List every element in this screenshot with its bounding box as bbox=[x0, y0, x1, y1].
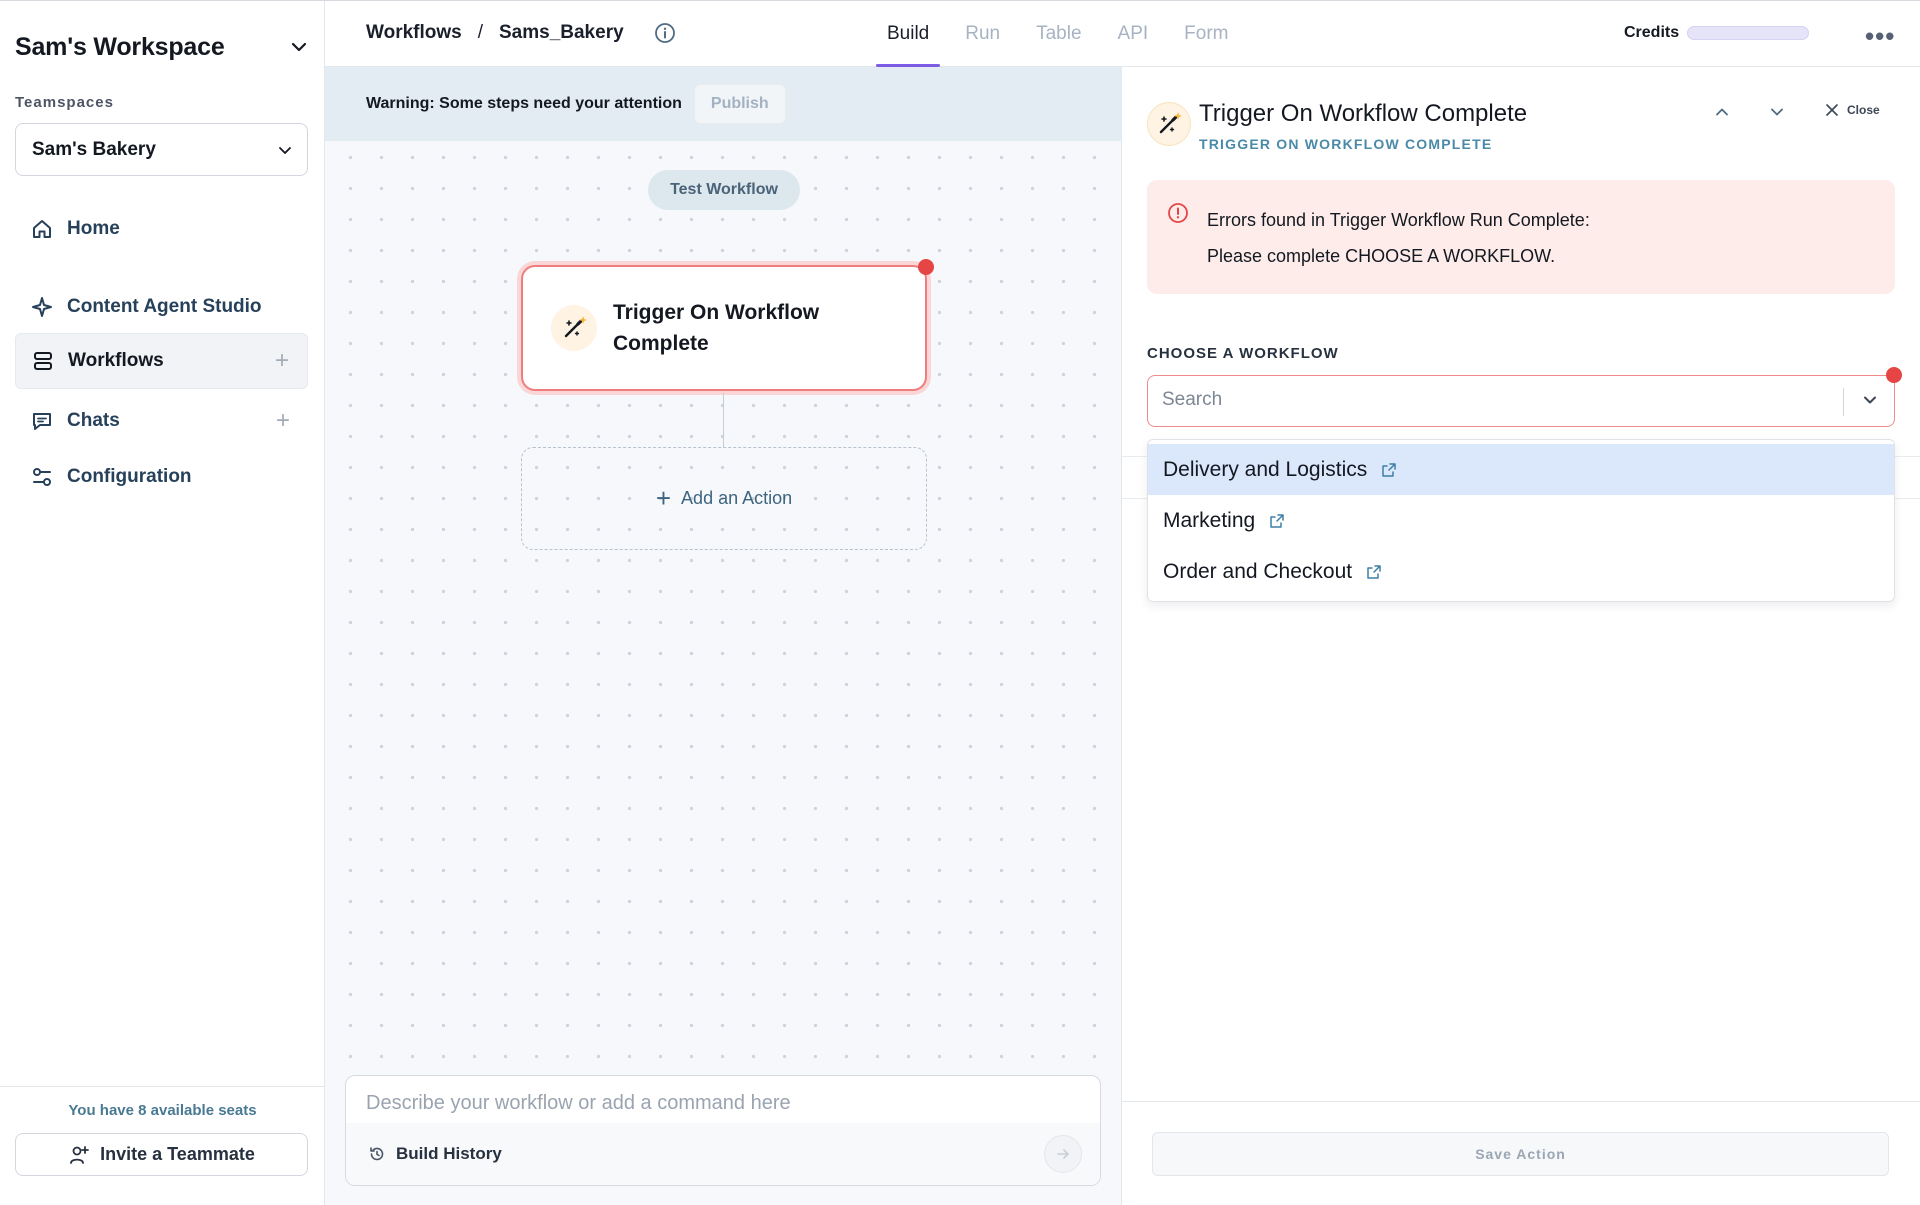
plus-icon: + bbox=[655, 483, 672, 513]
composer-toolbar: Build History bbox=[346, 1123, 1100, 1185]
sidebar-item-configuration[interactable]: Configuration bbox=[15, 449, 308, 505]
workflow-command-input[interactable] bbox=[366, 1092, 1066, 1115]
workflow-tabs: Build Run Table API Form bbox=[876, 1, 1253, 67]
workflow-composer: Build History bbox=[345, 1075, 1101, 1186]
node-connector bbox=[723, 393, 724, 447]
invite-teammate-button[interactable]: Invite a Teammate bbox=[15, 1133, 308, 1176]
warning-bar: Warning: Some steps need your attention … bbox=[325, 67, 1122, 141]
option-label: Marketing bbox=[1163, 508, 1256, 532]
sparkle-icon bbox=[29, 294, 55, 320]
panel-title: Trigger On Workflow Complete bbox=[1199, 100, 1528, 127]
error-indicator-dot bbox=[1886, 367, 1902, 383]
sidebar-item-label: Workflows bbox=[68, 350, 164, 371]
workspace-title: Sam's Workspace bbox=[15, 32, 225, 61]
add-chat-button[interactable]: + bbox=[276, 407, 290, 435]
sidebar-item-content-agent-studio[interactable]: Content Agent Studio bbox=[15, 279, 308, 335]
option-order-and-checkout[interactable]: Order and Checkout bbox=[1148, 546, 1894, 597]
error-indicator-dot bbox=[918, 259, 934, 275]
close-panel-button[interactable]: Close bbox=[1825, 103, 1880, 117]
option-delivery-and-logistics[interactable]: Delivery and Logistics bbox=[1148, 444, 1894, 495]
tab-table[interactable]: Table bbox=[1025, 1, 1092, 67]
option-marketing[interactable]: Marketing bbox=[1148, 495, 1894, 546]
tab-api[interactable]: API bbox=[1107, 1, 1160, 67]
user-plus-icon bbox=[68, 1144, 90, 1166]
teamspace-selected-value: Sam's Bakery bbox=[32, 138, 156, 160]
sidebar-item-chats[interactable]: Chats + bbox=[15, 393, 308, 449]
teamspace-select[interactable]: Sam's Bakery bbox=[15, 123, 308, 176]
credits-indicator[interactable]: Credits bbox=[1624, 24, 1810, 42]
sidebar-item-workflows[interactable]: Workflows + bbox=[15, 333, 308, 389]
tab-build[interactable]: Build bbox=[876, 1, 941, 67]
chevron-down-icon bbox=[277, 142, 293, 158]
warning-text: Warning: Some steps need your attention bbox=[366, 95, 682, 112]
workflow-options-dropdown: Delivery and Logistics Marketing Order a… bbox=[1147, 439, 1895, 602]
external-link-icon[interactable] bbox=[1366, 564, 1382, 580]
external-link-icon[interactable] bbox=[1269, 513, 1285, 529]
action-config-panel: Trigger On Workflow Complete TRIGGER ON … bbox=[1122, 67, 1920, 1205]
workflow-search-input[interactable] bbox=[1162, 389, 1822, 411]
home-icon bbox=[29, 216, 55, 242]
chevron-down-icon[interactable] bbox=[1767, 102, 1787, 122]
magic-wand-icon bbox=[1147, 102, 1191, 146]
choose-workflow-label: CHOOSE A WORKFLOW bbox=[1147, 345, 1339, 362]
chevron-down-icon[interactable] bbox=[1860, 390, 1880, 410]
error-message-line2: Please complete CHOOSE A WORKFLOW. bbox=[1207, 246, 1556, 266]
sidebar-item-label: Chats bbox=[67, 410, 120, 431]
available-seats-text: You have 8 available seats bbox=[68, 1102, 257, 1119]
chevron-up-icon[interactable] bbox=[1712, 102, 1732, 122]
breadcrumb-separator: / bbox=[477, 22, 483, 43]
panel-subtitle: TRIGGER ON WORKFLOW COMPLETE bbox=[1199, 136, 1493, 152]
chat-icon bbox=[29, 408, 55, 434]
alert-circle-icon bbox=[1167, 202, 1189, 224]
breadcrumb-current: Sams_Bakery bbox=[499, 22, 624, 43]
publish-button[interactable]: Publish bbox=[693, 84, 786, 124]
add-action-button[interactable]: + Add an Action bbox=[521, 447, 927, 550]
add-workflow-button[interactable]: + bbox=[275, 347, 289, 375]
sidebar-footer: You have 8 available seats Invite a Team… bbox=[0, 1086, 325, 1205]
close-icon bbox=[1825, 103, 1839, 117]
sidebar-item-home[interactable]: Home bbox=[15, 201, 308, 257]
app-frame: Sam's Workspace Teamspaces Sam's Bakery … bbox=[0, 0, 1920, 1205]
sidebar-item-label: Content Agent Studio bbox=[67, 296, 262, 317]
info-icon[interactable] bbox=[654, 22, 676, 44]
trigger-node[interactable]: Trigger On Workflow Complete bbox=[521, 259, 934, 391]
more-options-icon[interactable]: ••• bbox=[1865, 21, 1895, 52]
magic-wand-icon bbox=[551, 305, 597, 351]
build-history-label: Build History bbox=[396, 1144, 502, 1163]
sidebar-item-label: Home bbox=[67, 218, 120, 239]
chevron-down-icon bbox=[288, 36, 310, 58]
select-divider bbox=[1843, 388, 1844, 416]
choose-workflow-select[interactable] bbox=[1147, 367, 1902, 427]
panel-footer: Save Action bbox=[1122, 1101, 1920, 1205]
invite-teammate-label: Invite a Teammate bbox=[100, 1144, 255, 1164]
history-icon bbox=[368, 1145, 386, 1163]
close-label: Close bbox=[1847, 103, 1880, 117]
error-message-line1: Errors found in Trigger Workflow Run Com… bbox=[1207, 210, 1590, 230]
workflow-icon bbox=[30, 348, 56, 374]
sidebar-item-label: Configuration bbox=[67, 466, 192, 487]
external-link-icon[interactable] bbox=[1381, 462, 1397, 478]
workspace-switcher[interactable]: Sam's Workspace bbox=[15, 29, 310, 65]
option-label: Order and Checkout bbox=[1163, 559, 1353, 583]
top-bar: Workflows / Sams_Bakery Build Run Table … bbox=[325, 1, 1920, 67]
breadcrumb-workflows-link[interactable]: Workflows bbox=[366, 22, 462, 44]
breadcrumb: Workflows / Sams_Bakery bbox=[366, 22, 676, 44]
trigger-node-title: Trigger On Workflow Complete bbox=[613, 301, 820, 355]
add-action-label: Add an Action bbox=[681, 488, 793, 508]
workflow-canvas[interactable]: Warning: Some steps need your attention … bbox=[325, 67, 1122, 1205]
error-alert: Errors found in Trigger Workflow Run Com… bbox=[1147, 180, 1895, 294]
build-history-button[interactable]: Build History bbox=[368, 1144, 502, 1164]
tab-run[interactable]: Run bbox=[954, 1, 1011, 67]
send-arrow-icon bbox=[1056, 1147, 1070, 1161]
credits-label: Credits bbox=[1624, 24, 1680, 41]
save-action-button[interactable]: Save Action bbox=[1152, 1132, 1889, 1176]
tab-form[interactable]: Form bbox=[1173, 1, 1239, 67]
sliders-icon bbox=[29, 464, 55, 490]
sidebar: Sam's Workspace Teamspaces Sam's Bakery … bbox=[0, 1, 325, 1205]
send-button[interactable] bbox=[1044, 1135, 1082, 1173]
credits-progress-bar bbox=[1687, 26, 1810, 40]
test-workflow-button[interactable]: Test Workflow bbox=[648, 170, 800, 210]
option-label: Delivery and Logistics bbox=[1163, 457, 1368, 481]
teamspaces-label: Teamspaces bbox=[15, 94, 114, 111]
